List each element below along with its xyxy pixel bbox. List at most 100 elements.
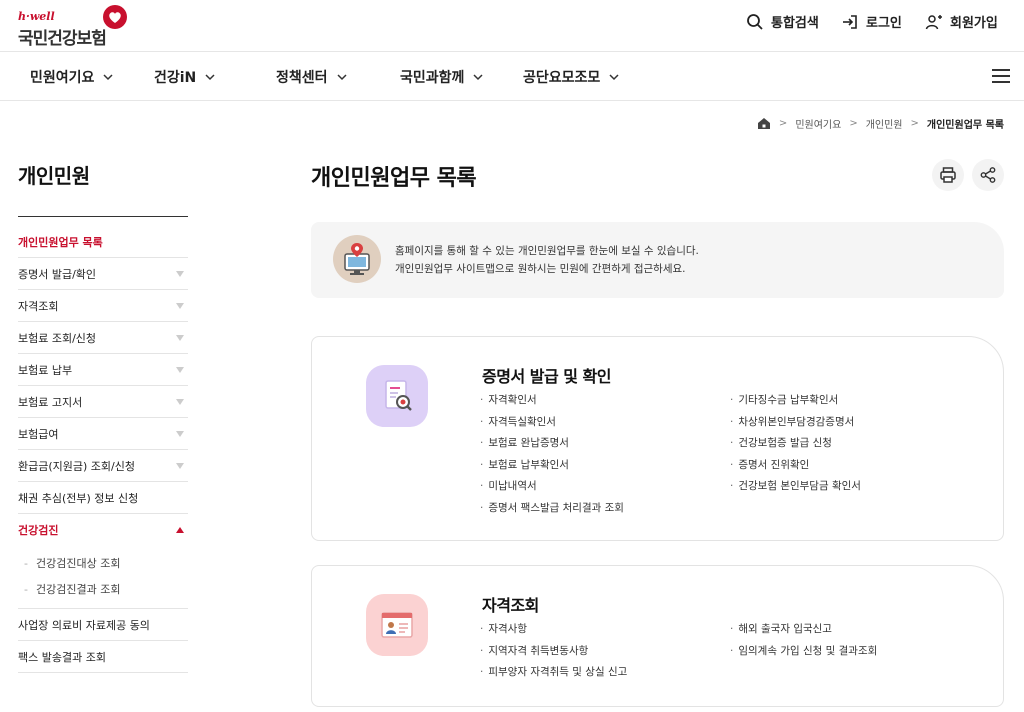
- service-link[interactable]: 임의계속 가입 신청 및 결과조회: [730, 641, 877, 663]
- expand-arrow-icon: [176, 270, 184, 277]
- service-link[interactable]: 기타징수금 납부확인서: [730, 390, 861, 412]
- service-link[interactable]: 건강보험증 발급 신청: [730, 433, 861, 455]
- info-banner: 홈페이지를 통해 할 수 있는 개인민원업무를 한눈에 보실 수 있습니다. 개…: [311, 222, 1004, 298]
- nav-item-civil[interactable]: 민원여기요: [30, 67, 113, 87]
- sidebar-item-label: 개인민원업무 목록: [18, 235, 103, 249]
- login-icon: [843, 14, 857, 29]
- page-title: 개인민원업무 목록: [311, 166, 477, 191]
- sidebar-item-premium-inquiry[interactable]: 보험료 조회/신청: [18, 322, 188, 354]
- sidebar-subitem-target[interactable]: - 건강검진대상 조회: [18, 550, 188, 576]
- join-label: 회원가입: [950, 16, 998, 31]
- sidebar-item-certificate[interactable]: 증명서 발급/확인: [18, 258, 188, 290]
- nav-item-label: 공단요모조모: [523, 70, 601, 86]
- sidebar-item-premium-payment[interactable]: 보험료 납부: [18, 354, 188, 386]
- nav-item-label: 국민과함께: [400, 70, 465, 86]
- nav-item-policy[interactable]: 정책센터: [276, 67, 347, 87]
- sidebar-item-label: 증명서 발급/확인: [18, 267, 97, 281]
- chevron-down-icon: [473, 74, 483, 81]
- sidebar-menu: 개인민원업무 목록 증명서 발급/확인 자격조회 보험료 조회/신청 보험료 납…: [18, 226, 188, 673]
- chevron-down-icon: [205, 74, 215, 81]
- service-link[interactable]: 피부양자 자격취득 및 상실 신고: [480, 662, 627, 684]
- expand-arrow-icon: [176, 302, 184, 309]
- sidebar-item-fax-result[interactable]: 팩스 발송결과 조회: [18, 641, 188, 673]
- nav-item-health[interactable]: 건강iN: [154, 67, 215, 87]
- service-link[interactable]: 자격사항: [480, 619, 627, 641]
- expand-arrow-icon: [176, 462, 184, 469]
- nav-item-about[interactable]: 공단요모조모: [523, 67, 619, 87]
- sidebar-item-label: 환급금(지원금) 조회/신청: [18, 459, 135, 473]
- sidebar-item-label: 보험료 조회/신청: [18, 331, 97, 345]
- add-user-icon: [925, 14, 942, 29]
- breadcrumb: > 민원여기요 > 개인민원 > 개인민원업무 목록: [757, 116, 1004, 131]
- sidebar-title: 개인민원: [18, 164, 90, 188]
- sidebar-item-label: 자격조회: [18, 299, 59, 313]
- nav-item-label: 정책센터: [276, 70, 328, 86]
- service-link[interactable]: 증명서 진위확인: [730, 455, 861, 477]
- sidebar-item-checkup[interactable]: 건강검진: [18, 514, 188, 546]
- breadcrumb-item[interactable]: 민원여기요: [795, 116, 841, 131]
- service-link[interactable]: 보험료 납부확인서: [480, 455, 624, 477]
- sidebar-item-label: 채권 추심(전부) 정보 신청: [18, 491, 139, 505]
- service-link[interactable]: 자격득실확인서: [480, 412, 624, 434]
- sidebar-item-label: 보험급여: [18, 427, 59, 441]
- login-link[interactable]: 로그인: [841, 12, 902, 31]
- sidebar-item-label: 보험료 고지서: [18, 395, 83, 409]
- service-link[interactable]: 해외 출국자 입국신고: [730, 619, 877, 641]
- card-title: 증명서 발급 및 확인: [482, 367, 611, 386]
- home-icon[interactable]: [757, 117, 771, 130]
- sidebar-item-label: 건강검진: [18, 524, 59, 537]
- sidebar-item-refund[interactable]: 환급금(지원금) 조회/신청: [18, 450, 188, 482]
- sidebar-item-label: 팩스 발송결과 조회: [18, 650, 106, 664]
- sidebar-subitem-result[interactable]: - 건강검진결과 조회: [18, 576, 188, 602]
- sidebar-item-qualification[interactable]: 자격조회: [18, 290, 188, 322]
- sidebar-item-list[interactable]: 개인민원업무 목록: [18, 226, 188, 258]
- expand-arrow-icon: [176, 334, 184, 341]
- service-link[interactable]: 지역자격 취득변동사항: [480, 641, 627, 663]
- sidebar-item-debt[interactable]: 채권 추심(전부) 정보 신청: [18, 482, 188, 514]
- card-left-list: 자격사항 지역자격 취득변동사항 피부양자 자격취득 및 상실 신고: [480, 619, 627, 684]
- share-icon: [980, 167, 996, 183]
- breadcrumb-separator: >: [849, 118, 858, 129]
- service-link[interactable]: 미납내역서: [480, 476, 624, 498]
- sidebar-item-premium-notice[interactable]: 보험료 고지서: [18, 386, 188, 418]
- chevron-down-icon: [609, 74, 619, 81]
- expand-arrow-icon: [176, 430, 184, 437]
- join-link[interactable]: 회원가입: [925, 12, 998, 31]
- breadcrumb-item[interactable]: 개인민원: [866, 116, 903, 131]
- service-card-certificate: 증명서 발급 및 확인 자격확인서 자격득실확인서 보험료 완납증명서 보험료 …: [311, 336, 1004, 541]
- menu-icon[interactable]: [992, 68, 1010, 84]
- chevron-down-icon: [337, 74, 347, 81]
- nav-item-together[interactable]: 국민과함께: [400, 67, 483, 87]
- breadcrumb-separator: >: [910, 118, 919, 129]
- info-text: 홈페이지를 통해 할 수 있는 개인민원업무를 한눈에 보실 수 있습니다. 개…: [395, 242, 699, 278]
- breadcrumb-current: 개인민원업무 목록: [926, 120, 1004, 131]
- id-card-icon: [366, 594, 428, 656]
- service-link[interactable]: 증명서 팩스발급 처리결과 조회: [480, 498, 624, 520]
- service-link[interactable]: 보험료 완납증명서: [480, 433, 624, 455]
- card-right-list: 기타징수금 납부확인서 차상위본인부담경감증명서 건강보험증 발급 신청 증명서…: [730, 390, 861, 498]
- dash-icon: -: [24, 582, 28, 596]
- service-link[interactable]: 차상위본인부담경감증명서: [730, 412, 861, 434]
- dash-icon: -: [24, 556, 28, 570]
- collapse-arrow-icon: [176, 527, 184, 533]
- info-line: 홈페이지를 통해 할 수 있는 개인민원업무를 한눈에 보실 수 있습니다.: [395, 245, 699, 257]
- service-link[interactable]: 자격확인서: [480, 390, 624, 412]
- search-icon: [747, 13, 763, 30]
- sidebar-item-benefit[interactable]: 보험급여: [18, 418, 188, 450]
- certificate-icon: [366, 365, 428, 427]
- sidebar-item-medical-consent[interactable]: 사업장 의료비 자료제공 동의: [18, 609, 188, 641]
- card-right-list: 해외 출국자 입국신고 임의계속 가입 신청 및 결과조회: [730, 619, 877, 662]
- print-button[interactable]: [932, 159, 964, 191]
- sidebar-subitem-label: 건강검진대상 조회: [35, 557, 121, 570]
- sidebar-divider: [18, 216, 188, 217]
- search-label: 통합검색: [771, 16, 819, 31]
- sidebar-item-label: 보험료 납부: [18, 363, 73, 377]
- site-logo[interactable]: h·well 국민건강보험: [18, 4, 133, 49]
- heart-logo-icon: [103, 5, 127, 29]
- search-link[interactable]: 통합검색: [746, 12, 819, 31]
- monitor-pin-icon: [333, 235, 381, 283]
- share-button[interactable]: [972, 159, 1004, 191]
- service-link[interactable]: 건강보험 본인부담금 확인서: [730, 476, 861, 498]
- service-card-qualification: 자격조회 자격사항 지역자격 취득변동사항 피부양자 자격취득 및 상실 신고 …: [311, 565, 1004, 707]
- login-label: 로그인: [866, 16, 902, 31]
